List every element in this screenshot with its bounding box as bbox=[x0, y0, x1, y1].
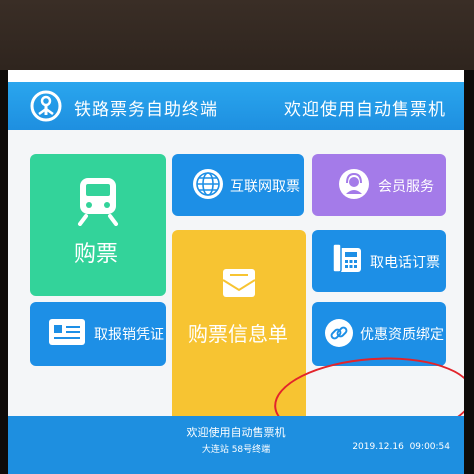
bezel-right bbox=[464, 70, 474, 474]
header-welcome: 欢迎使用自动售票机 bbox=[284, 100, 446, 120]
phone-order-pickup-button[interactable]: 取电话订票 bbox=[312, 230, 446, 292]
reimbursement-voucher-label: 取报销凭证 bbox=[94, 327, 164, 343]
footer-time: 09:00:54 bbox=[409, 442, 450, 452]
footer-datetime: 2019.12.16 09:00:54 bbox=[352, 442, 450, 452]
voucher-card-icon bbox=[49, 319, 85, 345]
railway-logo-icon bbox=[30, 90, 62, 122]
internet-pickup-button[interactable]: 互联网取票 bbox=[172, 154, 304, 216]
footer-bar: 欢迎使用自动售票机 大连站 58号终端 2019.12.16 09:00:54 bbox=[8, 416, 464, 474]
globe-icon bbox=[193, 169, 223, 199]
member-service-button[interactable]: 会员服务 bbox=[312, 154, 446, 216]
internet-pickup-label: 互联网取票 bbox=[230, 179, 300, 195]
buy-ticket-button[interactable]: 购票 bbox=[30, 154, 166, 296]
discount-binding-label: 优惠资质绑定 bbox=[360, 327, 444, 343]
ticket-info-label: 购票信息单 bbox=[188, 322, 288, 346]
envelope-icon bbox=[222, 269, 256, 297]
phone-order-pickup-label: 取电话订票 bbox=[370, 255, 440, 271]
bezel-left bbox=[0, 70, 8, 474]
header-title: 铁路票务自助终端 bbox=[74, 100, 218, 120]
discount-binding-button[interactable]: 优惠资质绑定 bbox=[312, 302, 446, 366]
train-icon bbox=[78, 178, 118, 226]
telephone-icon bbox=[332, 243, 361, 273]
footer-date: 2019.12.16 bbox=[352, 442, 404, 452]
buy-ticket-label: 购票 bbox=[74, 242, 119, 267]
reimbursement-voucher-button[interactable]: 取报销凭证 bbox=[30, 302, 166, 366]
header-bar: 铁路票务自助终端 欢迎使用自动售票机 bbox=[8, 82, 464, 130]
link-icon bbox=[325, 319, 353, 347]
menu-grid: 购票 互联网取票 会员服务 购票信息单 取电话订票 取报销凭证 优惠资质绑定 bbox=[8, 130, 464, 449]
customer-service-icon bbox=[339, 169, 369, 199]
footer-welcome: 欢迎使用自动售票机 bbox=[186, 426, 286, 439]
kiosk-screen: 铁路票务自助终端 欢迎使用自动售票机 购票 互联网取票 会员服务 购票信息单 取… bbox=[8, 70, 464, 474]
member-service-label: 会员服务 bbox=[378, 179, 434, 195]
